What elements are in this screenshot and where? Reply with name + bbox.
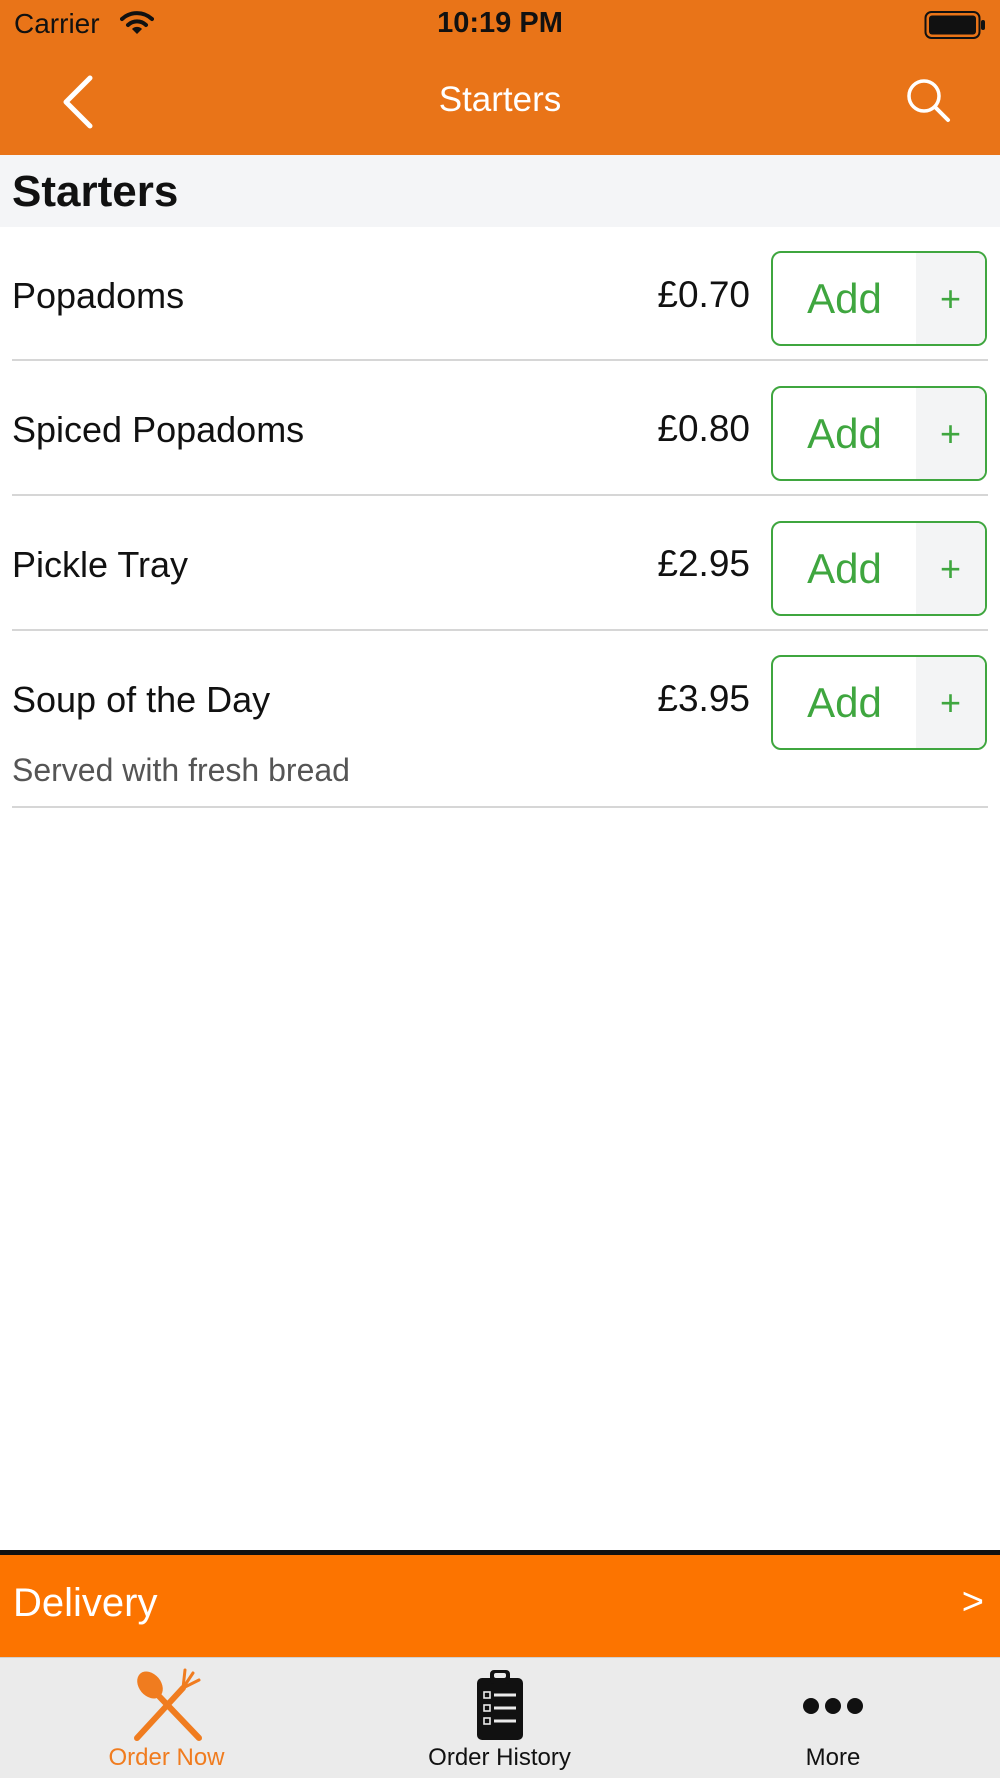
add-label: Add — [807, 409, 882, 457]
tab-label: Order Now — [108, 1744, 225, 1771]
battery-icon — [924, 11, 985, 39]
tab-order-history[interactable]: Order History — [333, 1658, 666, 1778]
section-title: Starters — [12, 167, 179, 216]
menu-item: Spiced Popadoms £0.80 Add + — [0, 361, 1000, 496]
tab-bar: Order Now Order History More — [0, 1657, 1000, 1778]
tab-label: More — [805, 1744, 861, 1771]
menu-item: Pickle Tray £2.95 Add + — [0, 496, 1000, 631]
more-dots-icon — [803, 1698, 863, 1714]
tab-order-now[interactable]: Order Now — [0, 1658, 333, 1778]
status-time: 10:19 PM — [437, 7, 563, 39]
menu-item: Soup of the Day £3.95 Add + Served with … — [0, 630, 1000, 808]
section-header: Starters — [0, 155, 1000, 227]
tab-label: Order History — [428, 1744, 571, 1771]
item-price: £0.80 — [657, 408, 750, 449]
clipboard-list-icon — [476, 1670, 523, 1740]
add-label: Add — [807, 678, 882, 726]
plus-icon[interactable]: + — [916, 253, 985, 344]
add-button[interactable]: Add + — [771, 251, 987, 346]
item-description: Served with fresh bread — [12, 752, 350, 788]
divider — [12, 806, 988, 808]
tab-more[interactable]: More — [666, 1658, 1000, 1778]
add-label: Add — [807, 274, 882, 322]
search-icon[interactable] — [904, 76, 952, 124]
delivery-label: Delivery — [13, 1581, 158, 1625]
plus-icon[interactable]: + — [916, 523, 985, 614]
item-price: £3.95 — [657, 678, 750, 719]
page-title: Starters — [438, 80, 562, 119]
nav-bar: Starters — [0, 50, 1000, 155]
status-bar: Carrier 10:19 PM — [0, 0, 1000, 50]
add-button[interactable]: Add + — [771, 521, 987, 616]
delivery-button[interactable]: Delivery > — [0, 1555, 1000, 1657]
item-price: £2.95 — [657, 543, 750, 584]
item-name: Soup of the Day — [12, 679, 271, 720]
item-name: Spiced Popadoms — [12, 409, 305, 450]
fork-spoon-icon — [133, 1668, 202, 1741]
add-label: Add — [807, 544, 882, 592]
add-button[interactable]: Add + — [771, 655, 987, 750]
plus-icon[interactable]: + — [916, 657, 985, 748]
item-price: £0.70 — [657, 274, 750, 315]
chevron-right-icon: > — [961, 1581, 984, 1623]
menu-item: Popadoms £0.70 Add + — [0, 227, 1000, 361]
plus-icon[interactable]: + — [916, 388, 985, 479]
item-name: Popadoms — [12, 275, 185, 316]
item-name: Pickle Tray — [12, 544, 189, 585]
add-button[interactable]: Add + — [771, 386, 987, 481]
